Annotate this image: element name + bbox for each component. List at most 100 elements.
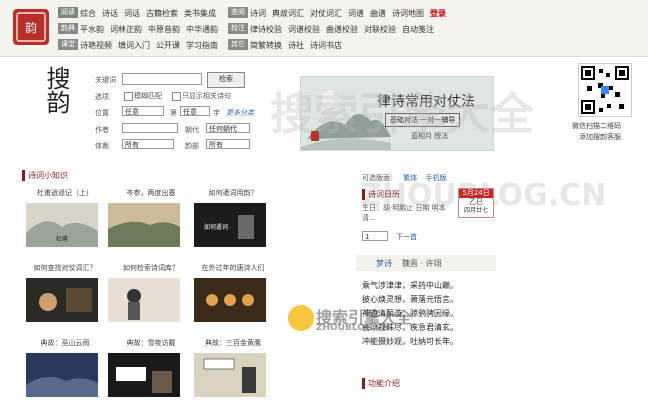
qr-caption-2: 添加搜韵客服 — [579, 133, 621, 141]
card-thumbnail[interactable]: 杜甫 — [26, 203, 98, 247]
badge-check: 校注 — [228, 23, 248, 34]
calendar-title: 诗词日历 — [362, 189, 400, 200]
nav-link-诗话[interactable]: 诗话 — [102, 8, 118, 19]
related-checkbox[interactable] — [172, 92, 181, 101]
card-thumbnail[interactable] — [194, 278, 266, 322]
card-caption[interactable]: 如何遣词用韵？ — [192, 188, 274, 198]
card-thumbnail[interactable] — [108, 353, 180, 397]
poem-line: 乘气涉津津，采药中山巅。 — [362, 281, 458, 290]
card-caption[interactable]: 典故：巫山云雨 — [24, 338, 106, 348]
nav-link-自动笺注[interactable]: 自动笺注 — [402, 24, 434, 35]
card-caption[interactable]: 杜甫逍遥记（上） — [24, 188, 106, 198]
poem-line: 会须视珠尽，疾急君清玄。 — [362, 323, 458, 332]
nav-link-曲谱校验[interactable]: 曲谱校验 — [326, 24, 358, 35]
nav-link-公开课[interactable]: 公开课 — [156, 40, 180, 51]
nav-link-对联校验[interactable]: 对联校验 — [364, 24, 396, 35]
related-label: 只显示相关诗句 — [182, 92, 231, 100]
badge-read: 阅读 — [58, 7, 78, 18]
card-caption[interactable]: 在外过年的唐诗人们 — [192, 263, 274, 273]
author-input[interactable] — [122, 123, 178, 133]
next-poem-link[interactable]: 下一首 — [396, 232, 417, 242]
calendar-box: 5月24日 乙巳 四月廿七 — [458, 188, 494, 218]
card-caption[interactable]: 典故：三百金黄鹰 — [192, 338, 274, 348]
nav-link-学习指南[interactable]: 学习指南 — [186, 40, 218, 51]
fuzzy-label: 模糊匹配 — [134, 92, 162, 100]
position-label: 位置 — [95, 109, 109, 117]
knowledge-title: 诗词小知识 — [22, 170, 68, 181]
genre-select[interactable]: 所有 — [122, 139, 174, 149]
nav-link-词谱校验[interactable]: 词谱校验 — [288, 24, 320, 35]
nav-link-词谱[interactable]: 词谱 — [348, 8, 364, 19]
poem-title[interactable]: 梦诗 — [376, 258, 392, 269]
card-caption[interactable]: 如何查找对仗词汇？ — [24, 263, 106, 273]
section-label: 韵部 — [185, 142, 199, 150]
watermark-logo — [288, 305, 314, 331]
calendar-date: 5月24日 — [459, 189, 493, 198]
nav-link-诗艳视频[interactable]: 诗艳视频 — [80, 40, 112, 51]
nav-link-平水韵[interactable]: 平水韵 — [80, 24, 104, 35]
nav-link-中原音韵[interactable]: 中原音韵 — [148, 24, 180, 35]
nav-link-曲谱[interactable]: 曲谱 — [370, 8, 386, 19]
version-bar: 可选版面： 繁体 手机版 — [362, 173, 446, 183]
position-select[interactable]: 任意 — [122, 106, 164, 116]
badge-rhyme: 韵典 — [58, 23, 78, 34]
card-caption[interactable]: 岑参，两度出塞 — [110, 188, 192, 198]
nav-link-古籍检索[interactable]: 古籍检索 — [146, 8, 178, 19]
position-mid-label: 第 — [170, 109, 177, 117]
badge-class: 课堂 — [58, 39, 78, 50]
card-caption[interactable]: 如何检索诗词库？ — [110, 263, 192, 273]
nav-link-诗社[interactable]: 诗社 — [288, 40, 304, 51]
nav-link-类书集成[interactable]: 类书集成 — [184, 8, 216, 19]
keyword-input[interactable] — [122, 73, 202, 85]
keyword-label: 关键词 — [95, 76, 116, 84]
banner-subtitle: 基础对法·一对一辅导 — [385, 113, 461, 127]
author-label: 作者 — [95, 126, 109, 134]
nav-link-词林正韵[interactable]: 词林正韵 — [110, 24, 142, 35]
banner-title: 律诗常用对仗法 — [377, 94, 475, 110]
card-thumbnail[interactable] — [194, 353, 266, 397]
fuzzy-checkbox[interactable] — [124, 92, 133, 101]
nav-link-简繁转换[interactable]: 简繁转换 — [250, 40, 282, 51]
section-select[interactable]: 所有 — [206, 139, 250, 149]
calendar-day: 乙巳 — [469, 198, 483, 206]
nav-link-诗词[interactable]: 诗词 — [250, 8, 266, 19]
feature-title: 功能介绍 — [362, 378, 400, 389]
nav-link-诗词书店[interactable]: 诗词书店 — [310, 40, 342, 51]
svg-text:韵: 韵 — [25, 20, 37, 35]
nav-link-典故词汇[interactable]: 典故词汇 — [272, 8, 304, 19]
login-link[interactable]: 登录 — [430, 8, 446, 19]
card-thumbnail[interactable] — [108, 203, 180, 247]
search-button[interactable]: 检索 — [207, 72, 245, 88]
version-mobile-link[interactable]: 手机版 — [425, 174, 446, 182]
svg-text:如何遣词: 如何遣词 — [204, 223, 228, 231]
version-traditional-link[interactable]: 繁体 — [403, 174, 417, 182]
card-thumbnail[interactable] — [26, 278, 98, 322]
nav-link-律诗校验[interactable]: 律诗校验 — [250, 24, 282, 35]
nav-link-对仗词汇[interactable]: 对仗词汇 — [310, 8, 342, 19]
nav-link-中华通韵[interactable]: 中华通韵 — [186, 24, 218, 35]
dynasty-label: 朝代 — [185, 126, 199, 134]
genre-label: 体裁 — [95, 142, 109, 150]
qr-code — [578, 63, 632, 117]
nav-link-诗词地图[interactable]: 诗词地图 — [392, 8, 424, 19]
poem-line: 冲能摄妙观，吐纳可长年。 — [362, 337, 458, 346]
card-thumbnail[interactable] — [108, 278, 180, 322]
nav-link-综合[interactable]: 综合 — [80, 8, 96, 19]
promo-banner[interactable]: 律诗常用对仗法 基础对法·一对一辅导 蓝相月 授法 — [300, 76, 494, 151]
poem-author[interactable]: 魏晋 · 许翊 — [402, 258, 442, 269]
nav-link-填词入门[interactable]: 填词入门 — [118, 40, 150, 51]
card-thumbnail[interactable] — [26, 353, 98, 397]
card-caption[interactable]: 典故：雪夜访戴 — [110, 338, 192, 348]
card-thumbnail[interactable]: 如何遣词 — [194, 203, 266, 247]
dynasty-select[interactable]: 任何朝代 — [206, 123, 250, 133]
poem-page-select[interactable]: 1 — [362, 231, 388, 241]
calendar-lunar: 四月廿七 — [463, 207, 488, 214]
nav-link-词话[interactable]: 词话 — [124, 8, 140, 19]
poem-line: 披心焕灵想，萧落元悟言。 — [362, 295, 458, 304]
position-char-label: 字 — [213, 109, 220, 117]
site-logo[interactable]: 韵 — [12, 8, 50, 46]
position-char-select[interactable]: 任意 — [180, 106, 210, 116]
search-logo: 搜韵 — [30, 66, 90, 146]
more-category-link[interactable]: 更多分类 — [226, 108, 254, 118]
options-label: 选项 — [95, 93, 109, 101]
